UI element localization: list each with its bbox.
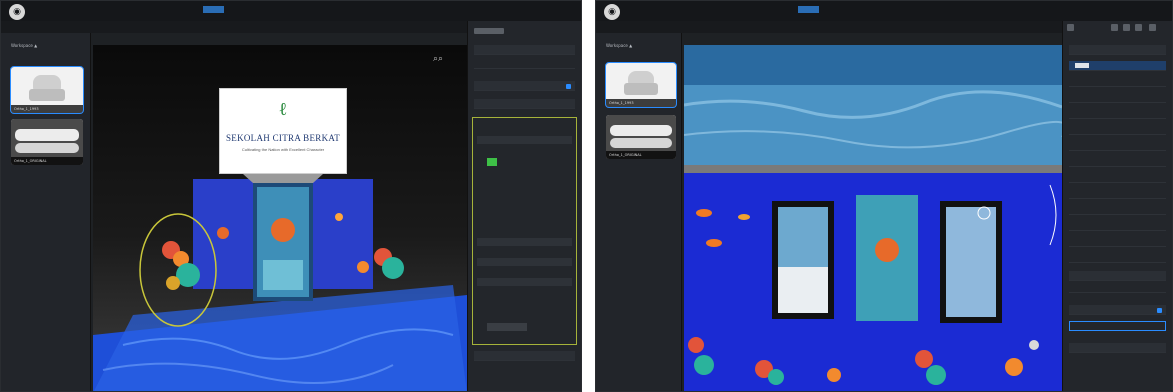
hierarchy-item[interactable]: [1069, 173, 1166, 183]
properties-panel: [1062, 21, 1172, 391]
toggle-icon[interactable]: [1157, 308, 1162, 313]
mode-tab[interactable]: [245, 6, 257, 13]
scene-render: [684, 45, 1062, 385]
toggle-icon[interactable]: [566, 84, 571, 89]
3d-viewport[interactable]: ⌕⌕ ℓ SEKOLAH CITRA BERKAT Cultivating th…: [93, 45, 467, 391]
hierarchy-item[interactable]: [1069, 237, 1166, 247]
mode-tab[interactable]: [784, 6, 795, 13]
advanced-properties-section[interactable]: [474, 99, 575, 109]
view-tab[interactable]: [196, 24, 205, 29]
mode-tabs: [761, 6, 872, 13]
tags-section[interactable]: [1069, 271, 1166, 281]
nav-icon[interactable]: [1111, 24, 1118, 31]
library-thumbnail[interactable]: Ortho_1_1993: [10, 66, 84, 114]
mode-tab[interactable]: [840, 6, 852, 13]
banner-subtitle: Cultivating the Nation with Excellent Ch…: [241, 147, 325, 152]
action-item[interactable]: [1069, 321, 1166, 331]
hierarchy-item[interactable]: [1069, 93, 1166, 103]
property-field[interactable]: [477, 238, 572, 246]
view-tab[interactable]: [239, 24, 245, 29]
school-logo-icon: ℓ: [278, 99, 288, 120]
view-tab[interactable]: [250, 24, 258, 29]
mode-tabs: [166, 6, 277, 13]
hierarchy-item[interactable]: [1069, 205, 1166, 215]
view-tab[interactable]: [840, 24, 848, 29]
hierarchy-item-selected[interactable]: [1069, 61, 1166, 71]
school-banner[interactable]: ℓ SEKOLAH CITRA BERKAT Cultivating the N…: [219, 88, 347, 174]
hierarchy-item[interactable]: [1069, 189, 1166, 199]
mode-tab[interactable]: [227, 6, 242, 13]
behaviors-section[interactable]: [474, 351, 575, 361]
view-icons: [423, 6, 463, 15]
color-swatch[interactable]: [487, 158, 497, 166]
hierarchy-item[interactable]: [1069, 141, 1166, 151]
nav-icon[interactable]: [1067, 24, 1074, 31]
right-screenshot: ◉ Workspace ▲ Ortho_1_1993 Ortho_1_ORIGI…: [595, 0, 1173, 392]
mode-tab[interactable]: [761, 6, 781, 13]
thumbnail-caption: Ortho_1_1993: [606, 99, 676, 107]
tags-field[interactable]: [1069, 283, 1166, 293]
properties-panel: [467, 21, 581, 391]
mode-tab[interactable]: [261, 6, 277, 13]
top-menu-bar: ◉: [596, 1, 1172, 21]
tags-section[interactable]: [474, 45, 575, 55]
actions-section[interactable]: [474, 81, 575, 91]
hierarchy-item[interactable]: [1069, 253, 1166, 263]
mode-tab[interactable]: [822, 6, 837, 13]
thumbnail-caption: Ortho_1_1993: [11, 105, 83, 113]
hierarchy-item[interactable]: [1069, 77, 1166, 87]
nav-icon[interactable]: [1135, 24, 1142, 31]
library-panel: Workspace ▲ Ortho_1_1993 Ortho_1_ORIGINA…: [596, 33, 682, 391]
hierarchy-item[interactable]: [1069, 125, 1166, 135]
left-screenshot: ◉ Workspace ▲ Ortho_1_1993 Ortho_1_ORIGI…: [0, 0, 582, 392]
actions-section[interactable]: [1069, 305, 1166, 315]
app-logo-icon[interactable]: ◉: [604, 4, 620, 20]
highlighted-properties: [472, 117, 577, 345]
property-field[interactable]: [477, 278, 572, 286]
view-tabs: [196, 24, 258, 29]
svg-text:⌕⌕: ⌕⌕: [433, 54, 443, 64]
view-tab[interactable]: [814, 24, 824, 29]
hierarchy-item[interactable]: [1069, 157, 1166, 167]
banner-title: SEKOLAH CITRA BERKAT: [225, 133, 340, 143]
thumbnail-caption: Ortho_1_ORIGINAL: [11, 157, 83, 165]
library-thumbnail[interactable]: Ortho_1_ORIGINAL: [606, 115, 676, 159]
library-thumbnail[interactable]: Ortho_1_ORIGINAL: [11, 119, 83, 165]
property-field[interactable]: [477, 258, 572, 266]
advanced-properties-section[interactable]: [1069, 343, 1166, 353]
lock-icon[interactable]: [1075, 63, 1089, 68]
hierarchy-section[interactable]: [1069, 45, 1166, 55]
view-tab-active[interactable]: [210, 24, 219, 29]
3d-viewport[interactable]: [684, 45, 1062, 391]
nav-icon[interactable]: [1123, 24, 1130, 31]
tags-field[interactable]: [474, 59, 575, 69]
mode-tab-active[interactable]: [798, 6, 820, 13]
eye-icon[interactable]: [474, 28, 504, 34]
mode-tab-active[interactable]: [203, 6, 225, 13]
view-tabs: [786, 24, 848, 29]
view-tab[interactable]: [224, 24, 234, 29]
app-logo-icon[interactable]: ◉: [9, 4, 25, 20]
view-tab[interactable]: [786, 24, 795, 29]
mode-tab[interactable]: [189, 6, 200, 13]
library-thumbnail[interactable]: Ortho_1_1993: [605, 62, 677, 108]
nav-icon[interactable]: [1149, 24, 1156, 31]
view-tab-active[interactable]: [800, 24, 809, 29]
mode-tab[interactable]: [166, 6, 186, 13]
thumbnail-caption: Ortho_1_ORIGINAL: [606, 151, 676, 159]
library-panel: Workspace ▲ Ortho_1_1993 Ortho_1_ORIGINA…: [1, 33, 91, 391]
library-title[interactable]: Workspace ▲: [1, 33, 90, 48]
hierarchy-item[interactable]: [1069, 221, 1166, 231]
top-menu-bar: ◉: [1, 1, 581, 21]
apply-button[interactable]: [487, 323, 527, 331]
hierarchy-item[interactable]: [1069, 109, 1166, 119]
library-title[interactable]: Workspace ▲: [596, 33, 681, 48]
mode-tab[interactable]: [856, 6, 872, 13]
property-field[interactable]: [477, 136, 572, 144]
view-tab[interactable]: [829, 24, 835, 29]
